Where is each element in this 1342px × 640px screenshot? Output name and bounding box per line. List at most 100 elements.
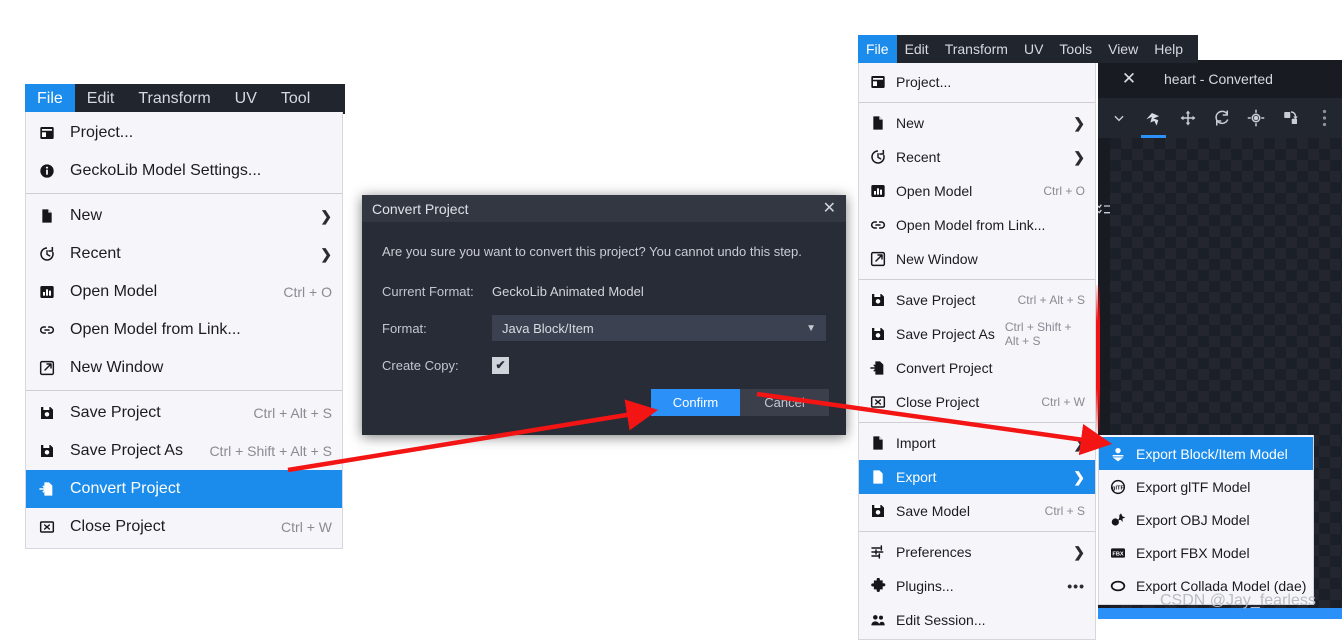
save-icon: [867, 502, 889, 520]
scale-tool-icon[interactable]: [1239, 98, 1273, 138]
menu-item-new-window[interactable]: New Window: [859, 242, 1095, 276]
app-window-title: heart - Converted: [1164, 71, 1273, 87]
menu-item-shortcut: Ctrl + O: [283, 284, 332, 300]
menu-item-shortcut: Ctrl + Alt + S: [1017, 293, 1085, 307]
collada-icon: [1107, 577, 1129, 595]
menu-item-save-project-as[interactable]: Save Project As Ctrl + Shift + Alt + S: [26, 432, 342, 470]
menubar-item-uv[interactable]: UV: [223, 84, 269, 114]
chevron-down-icon[interactable]: [1102, 98, 1136, 138]
pivot-point-icon[interactable]: [1273, 98, 1307, 138]
move-tool-icon[interactable]: [1171, 98, 1205, 138]
dialog-body: Are you sure you want to convert this pr…: [362, 222, 846, 377]
menu-item-recent[interactable]: Recent ❯: [859, 140, 1095, 174]
close-box-icon: [867, 393, 889, 411]
import-icon: [867, 434, 889, 452]
chevron-right-icon: ❯: [1073, 468, 1085, 485]
menu-item-label: Recent: [896, 149, 941, 165]
menu-item-label: Export OBJ Model: [1136, 511, 1250, 528]
open-model-icon: [867, 182, 889, 200]
new-window-icon: [34, 357, 60, 379]
window-close-icon[interactable]: ✕: [1098, 60, 1160, 98]
menu-separator: [26, 193, 342, 194]
menu-item-recent[interactable]: Recent ❯: [26, 235, 342, 273]
info-icon: [34, 160, 60, 182]
current-format-value: GeckoLib Animated Model: [492, 283, 644, 299]
current-format-label: Current Format:: [382, 283, 474, 299]
menu-item-label: New: [896, 115, 925, 131]
menubar-item-transform[interactable]: Transform: [126, 84, 222, 114]
menu-item-export-fbx-model[interactable]: FBX Export FBX Model: [1099, 536, 1313, 569]
menu-item-geckolib-model-settings[interactable]: GeckoLib Model Settings...: [26, 152, 342, 190]
menu-item-export-gltf-model[interactable]: glTF Export glTF Model: [1099, 470, 1313, 503]
menu-item-save-model[interactable]: Save Model Ctrl + S: [859, 494, 1095, 528]
menu-item-label: Import: [896, 435, 936, 451]
menu-item-label: GeckoLib Model Settings...: [70, 162, 262, 179]
menubar-item-tools[interactable]: Tool: [269, 84, 322, 114]
menu-item-plugins[interactable]: Plugins... •••: [859, 569, 1095, 603]
session-icon: [867, 611, 889, 629]
menu-item-export[interactable]: Export ❯: [859, 460, 1095, 494]
new-file-icon: [867, 114, 889, 132]
menu-item-edit-session[interactable]: Edit Session...: [859, 603, 1095, 637]
menu-item-new[interactable]: New ❯: [859, 106, 1095, 140]
cancel-button[interactable]: Cancel: [740, 389, 829, 416]
menu-item-save-project[interactable]: Save Project Ctrl + Alt + S: [26, 394, 342, 432]
menubar-item-file[interactable]: File: [858, 35, 897, 63]
menu-separator: [859, 102, 1095, 103]
export-submenu-panel: Export Block/Item Model glTF Export glTF M…: [1098, 435, 1314, 605]
export-icon: [867, 468, 889, 486]
menubar-item-tools[interactable]: Tools: [1051, 35, 1100, 63]
save-icon: [867, 325, 889, 343]
menu-item-label: Edit Session...: [896, 612, 986, 628]
menu-item-project[interactable]: Project...: [859, 65, 1095, 99]
fbx-icon: FBX: [1107, 544, 1129, 562]
menu-item-open-model-from-link[interactable]: Open Model from Link...: [26, 311, 342, 349]
confirm-button[interactable]: Confirm: [651, 389, 740, 416]
rotate-tool-icon[interactable]: [1205, 98, 1239, 138]
format-select[interactable]: Java Block/Item ▼: [492, 315, 826, 341]
menu-item-export-block-item-model[interactable]: Export Block/Item Model: [1099, 437, 1313, 470]
menu-item-label: New Window: [70, 359, 164, 376]
format-row: Format: Java Block/Item ▼: [382, 315, 826, 341]
menubar-item-file[interactable]: File: [25, 84, 75, 114]
save-icon: [867, 291, 889, 309]
file-menu-panel: Project... GeckoLib Model Settings... New ❯…: [25, 112, 343, 549]
menubar-item-view[interactable]: View: [1100, 35, 1146, 63]
more-options-icon[interactable]: [1308, 98, 1342, 138]
menu-separator: [859, 279, 1095, 280]
menu-item-export-obj-model[interactable]: Export OBJ Model: [1099, 503, 1313, 536]
convert-icon: [867, 359, 889, 377]
app-titlebar: ✕ heart - Converted: [1098, 60, 1342, 98]
menubar-item-edit[interactable]: Edit: [897, 35, 937, 63]
menu-item-save-project[interactable]: Save Project Ctrl + Alt + S: [859, 283, 1095, 317]
menubar-item-edit[interactable]: Edit: [75, 84, 127, 114]
menu-item-save-project-as[interactable]: Save Project As Ctrl + Shift + Alt + S: [859, 317, 1095, 351]
menu-item-import[interactable]: Import ❯: [859, 426, 1095, 460]
convert-icon: [34, 478, 60, 500]
menubar-item-transform[interactable]: Transform: [937, 35, 1016, 63]
menu-item-open-model-from-link[interactable]: Open Model from Link...: [859, 208, 1095, 242]
menubar-item-uv[interactable]: UV: [1016, 35, 1051, 63]
menu-item-convert-project[interactable]: Convert Project: [859, 351, 1095, 385]
menu-item-open-model[interactable]: Open Model Ctrl + O: [26, 273, 342, 311]
close-icon[interactable]: ✕: [823, 200, 836, 217]
menu-item-new-window[interactable]: New Window: [26, 349, 342, 387]
new-file-icon: [34, 205, 60, 227]
menu-item-close-project[interactable]: Close Project Ctrl + W: [26, 508, 342, 546]
menu-item-new[interactable]: New ❯: [26, 197, 342, 235]
chevron-right-icon: ❯: [1073, 434, 1085, 451]
menu-item-label: Convert Project: [70, 480, 181, 497]
svg-text:glTF: glTF: [1112, 485, 1124, 491]
chevron-right-icon: ❯: [1073, 543, 1085, 560]
menu-item-preferences[interactable]: Preferences ❯: [859, 535, 1095, 569]
menu-item-close-project[interactable]: Close Project Ctrl + W: [859, 385, 1095, 419]
chevron-right-icon: ❯: [1073, 148, 1085, 165]
menu-item-convert-project[interactable]: Convert Project: [26, 470, 342, 508]
app-toolbar: [1098, 98, 1342, 138]
menu-item-project[interactable]: Project...: [26, 114, 342, 152]
menubar-item-help[interactable]: Help: [1146, 35, 1191, 63]
menu-separator: [859, 531, 1095, 532]
create-copy-checkbox[interactable]: ✔: [492, 356, 509, 374]
pivot-tool-icon[interactable]: [1136, 98, 1170, 138]
menu-item-open-model[interactable]: Open Model Ctrl + O: [859, 174, 1095, 208]
